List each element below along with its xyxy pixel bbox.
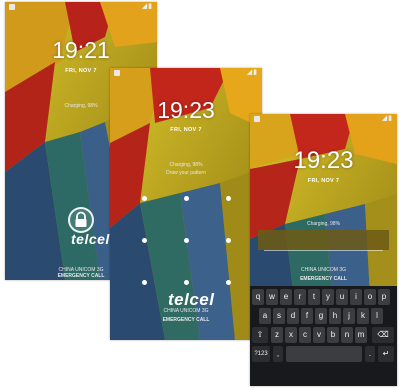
notification-icon bbox=[114, 70, 120, 76]
shift-icon: ⇧ bbox=[256, 330, 264, 339]
comma-key[interactable]: , bbox=[273, 346, 283, 362]
key-c[interactable]: c bbox=[299, 327, 311, 343]
padlock-icon bbox=[75, 211, 87, 227]
pattern-dot[interactable] bbox=[226, 280, 231, 285]
enter-icon: ↵ bbox=[382, 349, 390, 358]
key-e[interactable]: e bbox=[280, 289, 292, 305]
key-o[interactable]: o bbox=[364, 289, 376, 305]
key-p[interactable]: p bbox=[378, 289, 390, 305]
status-bar: ◢▮ bbox=[250, 114, 397, 125]
signal-battery-icon: ◢▮ bbox=[246, 69, 258, 76]
pattern-dot[interactable] bbox=[142, 238, 147, 243]
key-h[interactable]: h bbox=[329, 308, 341, 324]
pattern-dot[interactable] bbox=[142, 280, 147, 285]
key-z[interactable]: z bbox=[271, 327, 283, 343]
symbols-key[interactable]: ?123 bbox=[252, 346, 270, 362]
pattern-dot[interactable] bbox=[184, 196, 189, 201]
key-u[interactable]: u bbox=[336, 289, 348, 305]
emergency-call-button[interactable]: EMERGENCY CALL bbox=[110, 317, 262, 323]
unlock-button[interactable] bbox=[68, 207, 94, 233]
password-underline bbox=[264, 250, 383, 251]
enter-key[interactable]: ↵ bbox=[378, 346, 394, 362]
key-g[interactable]: g bbox=[315, 308, 327, 324]
signal-battery-icon: ◢▮ bbox=[141, 3, 153, 10]
carrier-logo: telcel bbox=[168, 290, 215, 309]
key-i[interactable]: i bbox=[350, 289, 362, 305]
key-d[interactable]: d bbox=[287, 308, 299, 324]
key-b[interactable]: b bbox=[327, 327, 339, 343]
key-y[interactable]: y bbox=[322, 289, 334, 305]
key-q[interactable]: q bbox=[252, 289, 264, 305]
key-l[interactable]: l bbox=[371, 308, 383, 324]
notification-icon bbox=[9, 4, 15, 10]
carrier-logo: telcel bbox=[71, 231, 110, 247]
shift-key[interactable]: ⇧ bbox=[252, 327, 268, 343]
emergency-call-button[interactable]: EMERGENCY CALL bbox=[250, 276, 397, 282]
clock: 19:23 bbox=[157, 97, 215, 123]
key-v[interactable]: v bbox=[313, 327, 325, 343]
pattern-prompt: Draw your pattern bbox=[166, 170, 206, 176]
carrier-name: CHINA UNICOM 3G bbox=[163, 308, 209, 314]
key-x[interactable]: x bbox=[285, 327, 297, 343]
date: FRI, NOV 7 bbox=[307, 178, 340, 184]
charging-status: Charging, 98% bbox=[306, 221, 341, 227]
pattern-dot[interactable] bbox=[184, 280, 189, 285]
pattern-dot[interactable] bbox=[226, 238, 231, 243]
lock-screen-2: ◢▮ 19:23 FRI, NOV 7 Charging, 98% Draw y… bbox=[110, 68, 262, 340]
status-bar: ◢▮ bbox=[110, 68, 262, 79]
password-input[interactable] bbox=[258, 230, 389, 250]
status-bar: ◢▮ bbox=[5, 2, 157, 13]
key-k[interactable]: k bbox=[357, 308, 369, 324]
key-f[interactable]: f bbox=[301, 308, 313, 324]
clock: 19:23 bbox=[293, 147, 354, 174]
key-a[interactable]: a bbox=[259, 308, 271, 324]
date: FRI, NOV 7 bbox=[170, 127, 202, 133]
key-m[interactable]: m bbox=[355, 327, 367, 343]
pattern-dot[interactable] bbox=[184, 238, 189, 243]
carrier-name: CHINA UNICOM 3G bbox=[300, 267, 346, 273]
pattern-dot[interactable] bbox=[142, 196, 147, 201]
pattern-dot[interactable] bbox=[226, 196, 231, 201]
key-j[interactable]: j bbox=[343, 308, 355, 324]
clock: 19:21 bbox=[52, 37, 110, 63]
period-key[interactable]: . bbox=[365, 346, 375, 362]
key-r[interactable]: r bbox=[294, 289, 306, 305]
charging-status: Charging, 98% bbox=[169, 162, 203, 168]
space-bar[interactable] bbox=[286, 346, 362, 362]
notification-icon bbox=[254, 116, 260, 122]
backspace-icon: ⌫ bbox=[377, 330, 389, 339]
key-w[interactable]: w bbox=[266, 289, 278, 305]
signal-battery-icon: ◢▮ bbox=[381, 115, 393, 122]
backspace-key[interactable]: ⌫ bbox=[372, 327, 394, 343]
key-s[interactable]: s bbox=[273, 308, 285, 324]
key-n[interactable]: n bbox=[341, 327, 353, 343]
key-t[interactable]: t bbox=[308, 289, 320, 305]
soft-keyboard: q w e r t y u i o p a s d f g h j k l ⇧ bbox=[250, 286, 397, 386]
lock-screen-3: ◢▮ 19:23 FRI, NOV 7 Charging, 98% CHINA … bbox=[250, 114, 397, 386]
